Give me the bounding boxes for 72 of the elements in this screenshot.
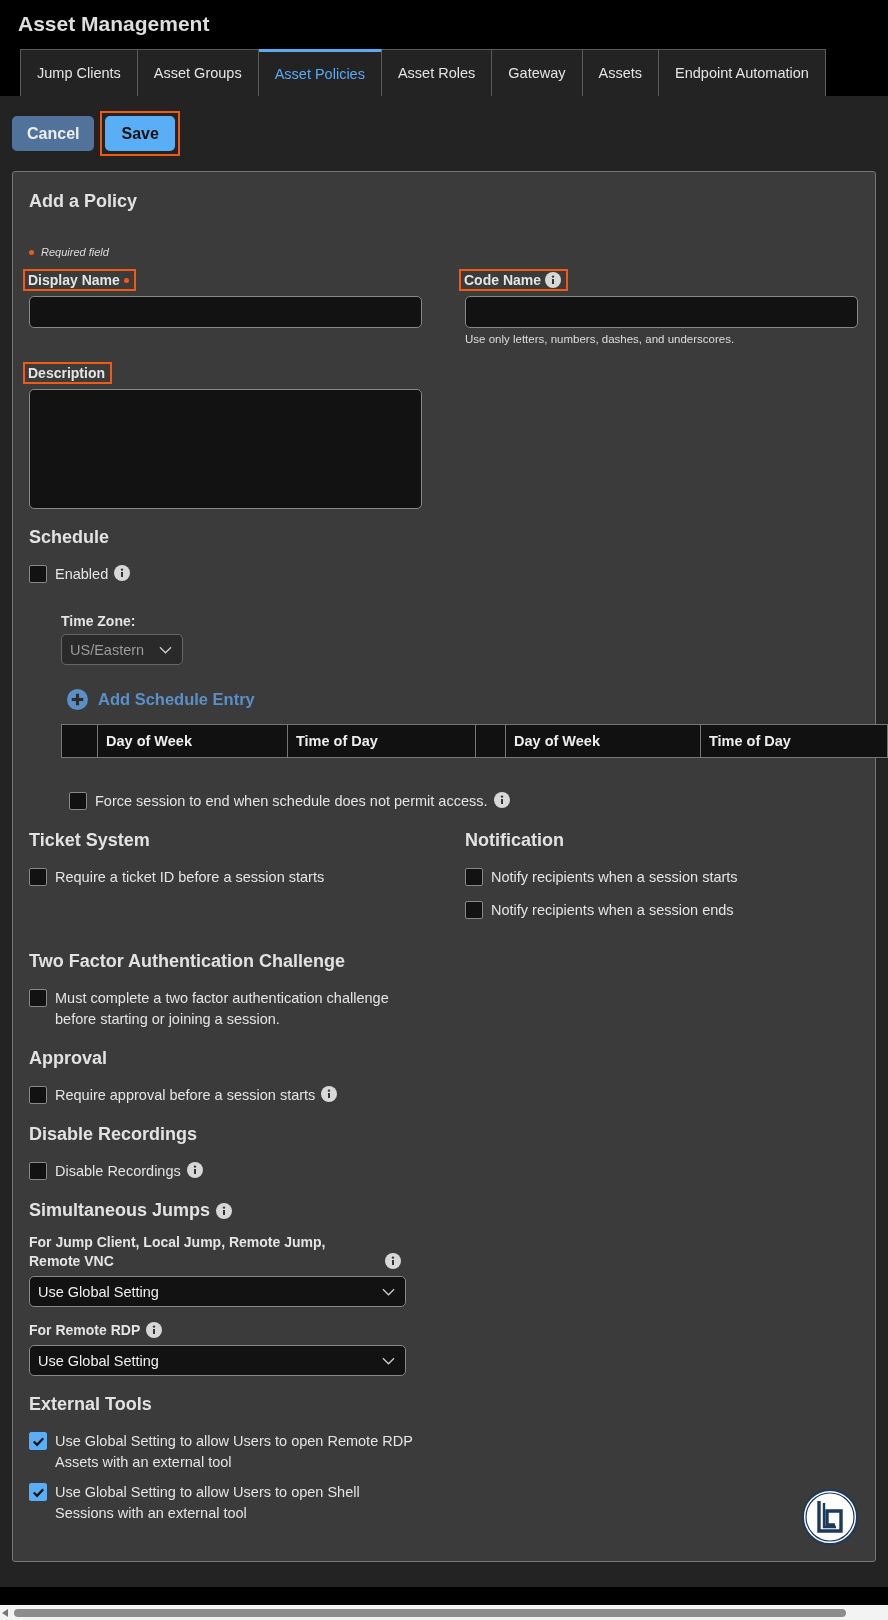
checkbox-label: Disable Recordings: [55, 1162, 181, 1181]
column-header: Day of Week: [98, 725, 288, 757]
column-header: Day of Week: [506, 725, 701, 757]
checkbox[interactable]: [29, 868, 47, 886]
checkbox[interactable]: [29, 1432, 47, 1450]
chevron-down-icon: [382, 1356, 395, 1365]
tab[interactable]: Asset Policies: [258, 49, 382, 96]
form-title: Add a Policy: [29, 191, 139, 212]
checkbox-label: Notify recipients when a session ends: [491, 901, 734, 920]
tab[interactable]: Asset Roles: [381, 49, 493, 96]
logo-icon[interactable]: [802, 1489, 858, 1545]
dropdown-select[interactable]: Use Global Setting: [29, 1345, 406, 1376]
section-title: Two Factor Authentication Challenge: [29, 951, 346, 972]
section-title: Simultaneous Jumps: [29, 1200, 211, 1221]
field-label: For Jump Client, Local Jump, Remote Jump, Remote VNC: [29, 1233, 327, 1271]
field-label: Description: [28, 365, 105, 381]
checkbox[interactable]: [465, 901, 483, 919]
checkbox[interactable]: [29, 1162, 47, 1180]
required-note: Required field: [41, 246, 109, 258]
section-title: Notification: [465, 830, 565, 851]
info-icon[interactable]: [545, 272, 562, 288]
checkbox[interactable]: [29, 565, 47, 583]
required-dot: [29, 249, 34, 255]
horizontal-scrollbar[interactable]: [0, 1605, 888, 1620]
checkbox[interactable]: [29, 1086, 47, 1104]
checkbox-label: Notify recipients when a session starts: [491, 868, 738, 887]
field-label: Time Zone:: [61, 613, 137, 629]
column-header: Time of Day: [288, 725, 476, 757]
plus-circle-icon[interactable]: [67, 689, 88, 710]
checkbox[interactable]: [69, 792, 87, 810]
checkbox-label: Require approval before a session starts: [55, 1086, 316, 1105]
section-title: Disable Recordings: [29, 1124, 199, 1145]
info-icon[interactable]: [186, 1162, 203, 1178]
tab[interactable]: Jump Clients: [20, 49, 138, 96]
display-name-field[interactable]: [29, 296, 422, 328]
description-field[interactable]: [29, 389, 422, 509]
info-icon[interactable]: [385, 1253, 401, 1269]
dropdown-select[interactable]: Use Global Setting: [29, 1276, 406, 1307]
section-title: Approval: [29, 1048, 108, 1069]
cancel-button[interactable]: Cancel: [12, 116, 95, 151]
tab[interactable]: Asset Groups: [137, 49, 259, 96]
info-icon[interactable]: [146, 1322, 163, 1338]
tab[interactable]: Gateway: [492, 49, 583, 96]
checkbox[interactable]: [29, 989, 47, 1007]
checkbox[interactable]: [29, 1483, 47, 1501]
info-icon[interactable]: [321, 1086, 338, 1102]
section-title: Schedule: [29, 527, 111, 548]
chevron-down-icon: [159, 645, 172, 654]
checkbox-label: Use Global Setting to allow Users to open Shell Sessions with an external tool: [55, 1483, 361, 1523]
section-title: Ticket System: [29, 830, 151, 851]
field-label: Code Name: [464, 272, 542, 288]
page-title: Asset Management: [17, 12, 211, 37]
tab[interactable]: Assets: [582, 49, 660, 96]
field-label: Display Name: [28, 272, 120, 288]
checkbox-label: Enabled: [55, 565, 109, 584]
info-icon[interactable]: [114, 565, 131, 581]
section-title: External Tools: [29, 1394, 153, 1415]
field-label: For Remote RDP: [29, 1321, 141, 1340]
chevron-down-icon: [382, 1287, 395, 1296]
checkbox[interactable]: [465, 868, 483, 886]
info-icon[interactable]: [493, 792, 510, 808]
field-hint: Use only letters, numbers, dashes, and underscores.: [465, 333, 736, 345]
checkbox-label: Force session to end when schedule does not permit access.: [95, 792, 488, 811]
checkbox-label: Must complete a two factor authentication challenge before starting or joining a session.: [55, 989, 390, 1029]
checkbox-label: Use Global Setting to allow Users to open Remote RDP Assets with an external tool: [55, 1432, 414, 1472]
code-name-field[interactable]: [465, 296, 858, 328]
checkbox-label: Require a ticket ID before a session starts: [55, 868, 325, 887]
info-icon[interactable]: [216, 1202, 233, 1219]
column-header: Time of Day: [708, 732, 792, 751]
tab[interactable]: Endpoint Automation: [659, 49, 826, 96]
scroll-left-icon[interactable]: [2, 1608, 8, 1617]
save-button[interactable]: Save: [105, 116, 175, 151]
